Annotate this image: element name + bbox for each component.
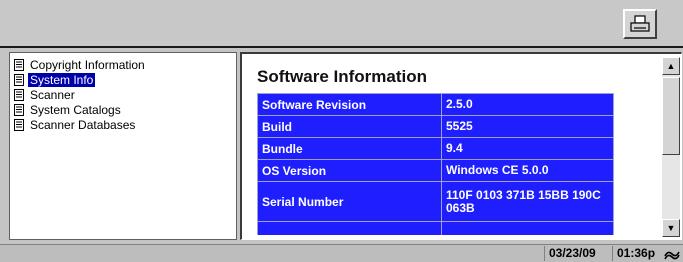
- status-time: 01:36p: [612, 246, 655, 261]
- row-key: [257, 221, 442, 235]
- row-key: Build: [257, 115, 442, 138]
- content-viewport: Software Information Software Revision 2…: [245, 57, 661, 235]
- table-row: Bundle 9.4: [257, 137, 614, 160]
- top-toolbar: [0, 0, 683, 48]
- table-row-partial: [257, 221, 614, 235]
- arrow-down-icon: ▼: [666, 223, 676, 233]
- tree-item-system-catalogs[interactable]: System Catalogs: [10, 102, 236, 117]
- row-value: 2.5.0: [441, 93, 614, 116]
- table-row: Software Revision 2.5.0: [257, 93, 614, 116]
- row-key: Serial Number: [257, 181, 442, 222]
- tree-item-label: Copyright Information: [30, 57, 145, 72]
- row-value: 5525: [441, 115, 614, 138]
- document-icon: [14, 88, 24, 101]
- scroll-up-button[interactable]: ▲: [662, 57, 680, 75]
- print-button[interactable]: [623, 9, 657, 39]
- document-icon: [14, 103, 24, 116]
- table-row: Serial Number 110F 0103 371B 15BB 190C 0…: [257, 181, 614, 222]
- row-key: OS Version: [257, 159, 442, 182]
- document-icon: [14, 73, 24, 86]
- document-icon: [14, 58, 24, 71]
- navigation-tree: Copyright Information System Info Scanne…: [9, 52, 237, 240]
- vertical-scrollbar[interactable]: ▲ ▼: [662, 57, 680, 237]
- tree-item-label: System Catalogs: [30, 102, 121, 117]
- tree-item-system-info[interactable]: System Info: [10, 72, 236, 87]
- content-panel: Software Information Software Revision 2…: [240, 52, 682, 240]
- tree-item-label: Scanner: [30, 87, 75, 102]
- table-row: Build 5525: [257, 115, 614, 138]
- status-bar: 03/23/09 01:36p: [0, 244, 683, 262]
- status-date: 03/23/09: [544, 246, 596, 261]
- section-title: Software Information: [257, 67, 428, 86]
- row-value: [441, 221, 614, 235]
- row-key: Bundle: [257, 137, 442, 160]
- printer-icon: [630, 15, 650, 32]
- row-value: 9.4: [441, 137, 614, 160]
- software-info-table: Software Revision 2.5.0 Build 5525 Bundl…: [257, 93, 614, 235]
- connection-wave-icon: [664, 251, 680, 260]
- tree-item-scanner[interactable]: Scanner: [10, 87, 236, 102]
- row-value: 110F 0103 371B 15BB 190C 063B: [441, 181, 614, 222]
- tree-item-label: Scanner Databases: [30, 117, 136, 132]
- arrow-up-icon: ▲: [666, 61, 676, 71]
- document-icon: [14, 118, 24, 131]
- table-row: OS Version Windows CE 5.0.0: [257, 159, 614, 182]
- row-key: Software Revision: [257, 93, 442, 116]
- scrollbar-thumb[interactable]: [662, 77, 680, 155]
- scroll-down-button[interactable]: ▼: [662, 219, 680, 237]
- tree-item-label: System Info: [28, 72, 96, 87]
- tree-item-copyright-information[interactable]: Copyright Information: [10, 57, 236, 72]
- tree-item-scanner-databases[interactable]: Scanner Databases: [10, 117, 236, 132]
- row-value: Windows CE 5.0.0: [441, 159, 614, 182]
